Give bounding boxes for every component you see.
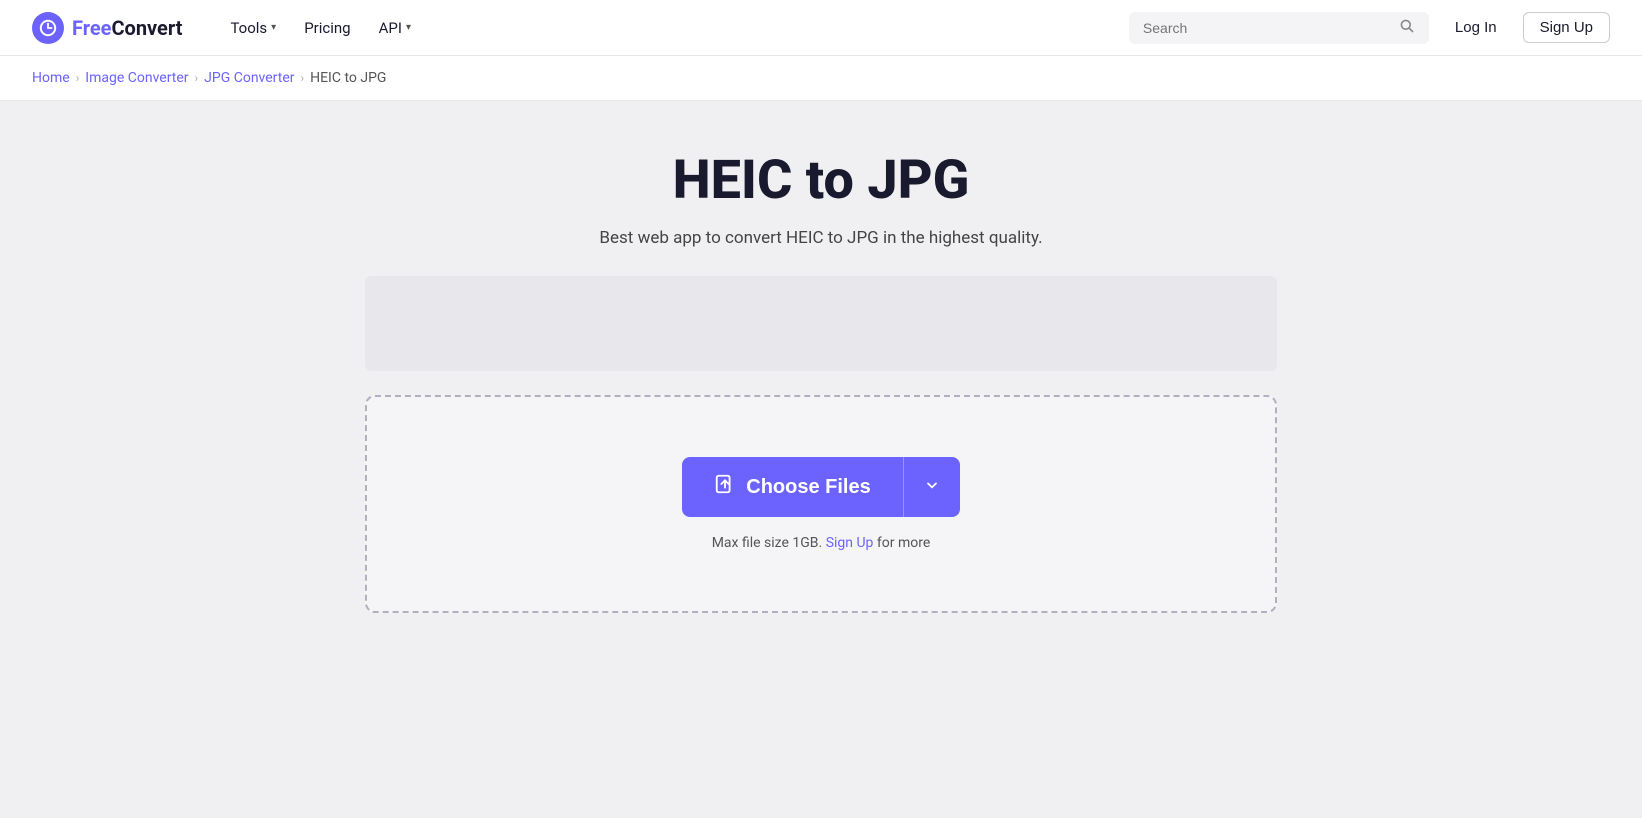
nav-tools[interactable]: Tools ▾ [218, 11, 288, 45]
breadcrumb-jpg-converter[interactable]: JPG Converter [204, 70, 294, 86]
breadcrumb-home[interactable]: Home [32, 70, 70, 86]
logo-icon [32, 12, 64, 44]
breadcrumb-separator-3: › [301, 71, 305, 85]
logo-text-free: Free [72, 16, 111, 40]
drop-zone[interactable]: Choose Files Max file size 1GB. Sign Up … [365, 395, 1277, 613]
breadcrumb-current: HEIC to JPG [310, 70, 386, 86]
signup-button[interactable]: Sign Up [1523, 12, 1610, 43]
file-upload-icon [714, 473, 736, 501]
nav-right: Log In Sign Up [1129, 12, 1610, 44]
choose-files-label: Choose Files [746, 476, 870, 499]
chevron-down-icon-api: ▾ [406, 22, 411, 33]
breadcrumb-separator-2: › [195, 71, 199, 85]
logo-text-convert: Convert [111, 16, 182, 40]
choose-files-button[interactable]: Choose Files [682, 457, 903, 517]
logo[interactable]: FreeConvert [32, 12, 182, 44]
login-button[interactable]: Log In [1445, 13, 1507, 42]
chevron-down-icon: ▾ [271, 22, 276, 33]
breadcrumb-image-converter[interactable]: Image Converter [85, 70, 188, 86]
navbar: FreeConvert Tools ▾ Pricing API ▾ Log In… [0, 0, 1642, 56]
chevron-down-icon-dropdown [924, 477, 940, 498]
choose-files-dropdown-button[interactable] [904, 457, 960, 517]
breadcrumb-separator-1: › [76, 71, 80, 85]
file-limit-prefix: Max file size 1GB. [712, 535, 823, 551]
file-limit-signup-link[interactable]: Sign Up [826, 535, 874, 551]
nav-pricing[interactable]: Pricing [292, 11, 362, 45]
file-limit-text: Max file size 1GB. Sign Up for more [712, 535, 931, 551]
nav-links: Tools ▾ Pricing API ▾ [218, 11, 1128, 45]
page-subtitle: Best web app to convert HEIC to JPG in t… [599, 228, 1042, 248]
search-input[interactable] [1143, 20, 1391, 36]
breadcrumb: Home › Image Converter › JPG Converter ›… [0, 56, 1642, 101]
page-title: HEIC to JPG [673, 149, 970, 212]
main-wrapper: HEIC to JPG Best web app to convert HEIC… [0, 101, 1642, 818]
search-bar[interactable] [1129, 12, 1429, 44]
file-limit-suffix: for more [877, 535, 930, 551]
ad-banner [365, 276, 1277, 371]
nav-api[interactable]: API ▾ [367, 11, 423, 45]
search-icon [1399, 18, 1415, 38]
choose-files-wrapper: Choose Files [682, 457, 959, 517]
content-area: HEIC to JPG Best web app to convert HEIC… [341, 101, 1301, 818]
